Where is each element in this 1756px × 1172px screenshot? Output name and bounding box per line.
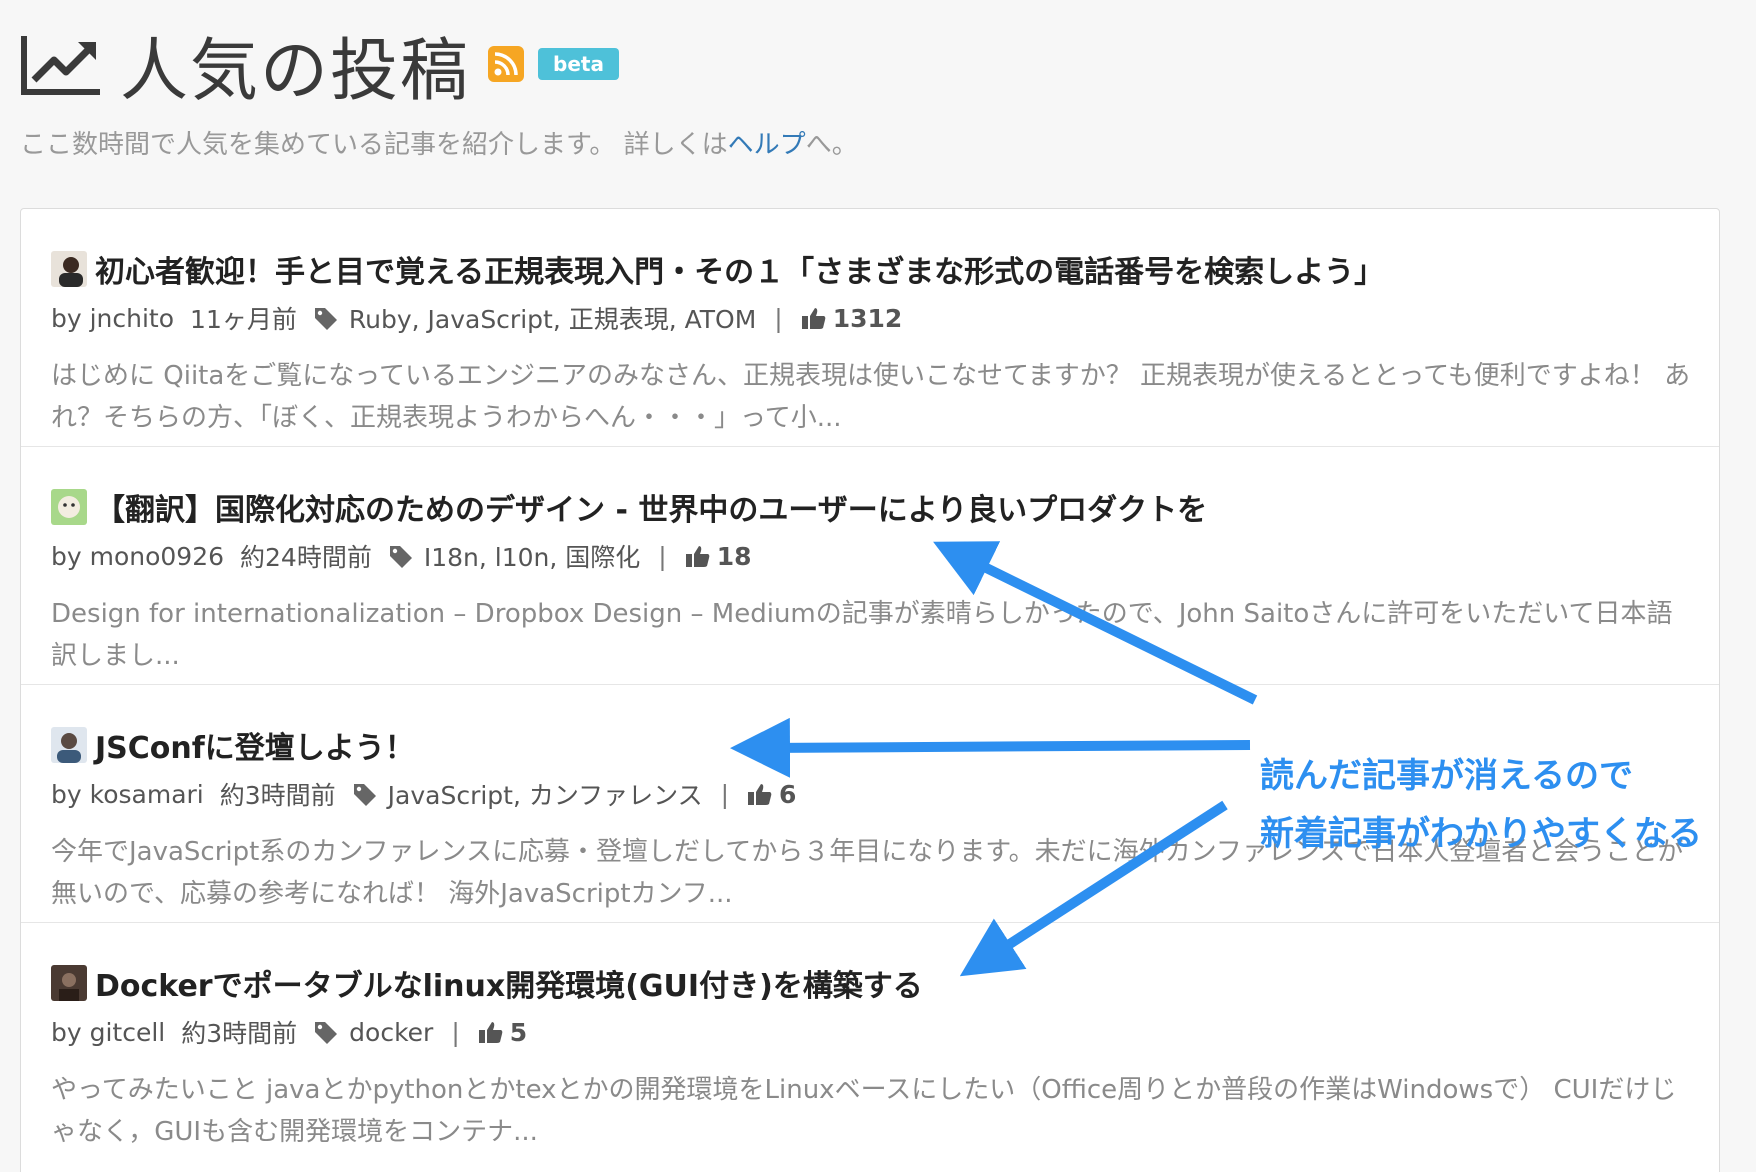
page-title: 人気の投稿 [120,31,471,111]
avatar[interactable] [51,251,87,287]
item-meta: by mono0926 約24時間前 I18n, l10n, 国際化 | 18 [51,538,752,574]
avatar[interactable] [51,965,87,1001]
page-description: ここ数時間で人気を集めている記事を紹介します。 詳しくはヘルプへ。 [20,124,858,161]
list-item: 【翻訳】国際化対応のためのデザイン - 世界中のユーザーにより良いプロダクトを … [21,447,1719,685]
list-item: Dockerでポータブルなlinux開発環境(GUI付き)を構築する by gi… [21,923,1719,1161]
author-link[interactable]: by kosamari [51,780,204,809]
posted-time: 約24時間前 [240,543,372,572]
item-title-link[interactable]: JSConfに登壇しよう！ [95,723,415,767]
thumbs-up-icon [748,784,772,805]
page-header: 人気の投稿 beta [20,24,619,111]
tag-list[interactable]: JavaScript, カンファレンス [388,776,703,812]
description-suffix: へ。 [805,130,858,160]
avatar[interactable] [51,489,87,525]
thumbs-up-icon [478,1022,503,1043]
like-count: 18 [716,541,752,571]
avatar[interactable] [51,727,87,763]
meta-separator: | [720,779,730,809]
meta-separator: | [774,303,783,333]
posted-time: 約3時間前 [219,781,336,810]
item-excerpt: Design for internationalization – Dropbo… [51,599,1673,671]
author-link[interactable]: by mono0926 [51,542,224,571]
author-link[interactable]: by gitcell [51,1018,165,1047]
rss-feed-icon[interactable] [488,46,525,82]
posted-time: 約3時間前 [181,1019,298,1048]
item-title-link[interactable]: 初心者歓迎！手と目で覚える正規表現入門・その１「さまざまな形式の電話番号を検索し… [95,247,1384,291]
tag-list[interactable]: Ruby, JavaScript, 正規表現, ATOM [349,300,756,336]
meta-separator: | [658,541,667,571]
popular-posts-page: 人気の投稿 beta ここ数時間で人気を集めている記事を紹介します。 詳しくはヘ… [0,0,1756,1172]
popular-posts-list: 初心者歓迎！手と目で覚える正規表現入門・その１「さまざまな形式の電話番号を検索し… [20,208,1720,1172]
item-title-row: 【翻訳】国際化対応のためのデザイン - 世界中のユーザーにより良いプロダクトを [51,485,1207,529]
like-count: 5 [509,1017,528,1047]
item-meta: by gitcell 約3時間前 docker | 5 [51,1014,527,1050]
like-count: 1312 [832,303,903,333]
trending-chart-icon [21,36,100,95]
thumbs-up-icon [801,308,826,329]
description-text: ここ数時間で人気を集めている記事を紹介します。 詳しくは [20,130,728,160]
author-link[interactable]: by jnchito [51,304,174,333]
like-count: 6 [779,779,797,809]
tags-icon [353,784,376,806]
item-meta: by jnchito 11ヶ月前 Ruby, JavaScript, 正規表現,… [51,300,902,336]
item-title-link[interactable]: 【翻訳】国際化対応のためのデザイン - 世界中のユーザーにより良いプロダクトを [95,485,1207,529]
item-excerpt: はじめに Qiitaをご覧になっているエンジニアのみなさん、正規表現は使いこなせ… [51,361,1691,433]
item-title-row: 初心者歓迎！手と目で覚える正規表現入門・その１「さまざまな形式の電話番号を検索し… [51,247,1384,291]
beta-badge: beta [538,48,619,80]
posted-time: 11ヶ月前 [190,305,297,334]
tags-icon [315,1022,338,1044]
tags-icon [314,308,337,330]
item-title-row: Dockerでポータブルなlinux開発環境(GUI付き)を構築する [51,961,923,1005]
item-title-row: JSConfに登壇しよう！ [51,723,415,767]
item-title-link[interactable]: Dockerでポータブルなlinux開発環境(GUI付き)を構築する [95,961,923,1005]
annotation-line-2: 新着記事がわかりやすくなる [1260,814,1702,854]
list-item: JSConfに登壇しよう！ by kosamari 約3時間前 JavaScri… [21,685,1719,923]
thumbs-up-icon [685,546,710,567]
tag-list[interactable]: I18n, l10n, 国際化 [424,538,640,574]
tag-list[interactable]: docker [349,1018,433,1047]
annotation-line-1: 読んだ記事が消えるので [1260,756,1633,796]
item-meta: by kosamari 約3時間前 JavaScript, カンファレンス | … [51,776,796,812]
meta-separator: | [451,1017,460,1047]
list-item: 初心者歓迎！手と目で覚える正規表現入門・その１「さまざまな形式の電話番号を検索し… [21,209,1719,447]
tags-icon [389,546,412,568]
item-excerpt: やってみたいこと javaとかpythonとかtexとかの開発環境をLinuxベ… [51,1075,1677,1147]
help-link[interactable]: ヘルプ [728,130,806,160]
